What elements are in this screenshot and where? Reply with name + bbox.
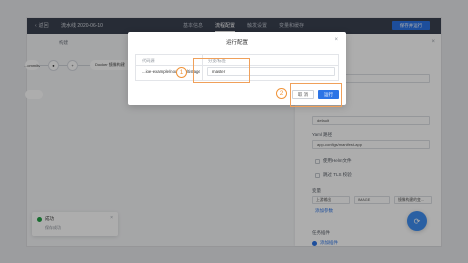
dialog-title: 运行配置 [225,40,248,46]
highlight-branch-field [193,58,250,83]
screenshot-frame: ‹ 返回 流水线 2020-06-10 基本信息 流程配置 触发设置 变量和缓存… [0,0,468,263]
highlight-buttons [290,83,342,107]
col-repo-header: 代码源 [142,58,155,63]
close-icon[interactable]: × [334,37,338,43]
step-badge-2: 2 [276,88,287,99]
step-badge-1: 1 [176,67,187,78]
repo-value: ...ioe-example/node-multistage [142,69,200,74]
